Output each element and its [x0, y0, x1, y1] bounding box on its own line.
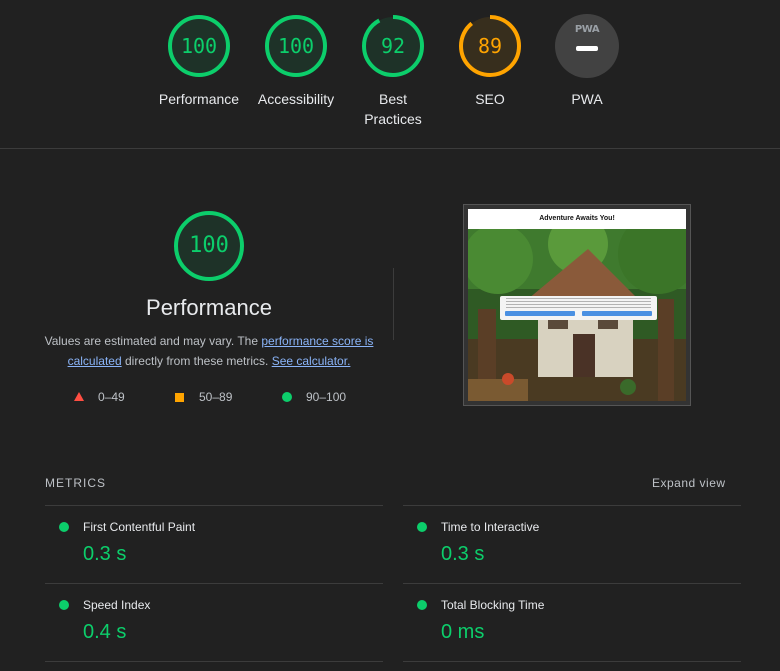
dialog-button	[582, 311, 652, 316]
performance-description: Values are estimated and may vary. The p…	[40, 331, 378, 371]
pass-circle-icon	[59, 600, 69, 610]
metric-value: 0 ms	[441, 621, 485, 643]
screenshot-frame: Adventure Awaits You!	[468, 209, 686, 401]
performance-title: Performance	[146, 295, 272, 320]
metrics-divider	[45, 583, 383, 584]
performance-score: 100	[189, 233, 229, 258]
score-legend: 0–49 50–89 90–100	[0, 389, 418, 405]
dialog-button	[505, 311, 575, 316]
gauge-ring: 100	[167, 14, 231, 78]
description-text: directly from these metrics.	[121, 354, 272, 368]
legend-average: 50–89	[175, 389, 232, 405]
legend-pass: 90–100	[282, 389, 346, 405]
dialog-text-lines	[506, 298, 651, 308]
pass-circle-icon	[59, 522, 69, 532]
expand-view-toggle[interactable]: Expand view	[652, 476, 726, 490]
square-icon	[175, 393, 184, 402]
gauge-performance[interactable]: 100 Performance	[149, 14, 249, 109]
metrics-divider	[403, 661, 741, 662]
legend-range: 0–49	[98, 390, 125, 404]
pass-circle-icon	[417, 522, 427, 532]
metrics-divider	[45, 661, 383, 662]
legend-fail: 0–49	[74, 389, 125, 405]
pwa-badge-icon: PWA	[555, 14, 619, 78]
metric-name: Total Blocking Time	[441, 598, 545, 612]
metrics-divider	[403, 583, 741, 584]
metrics-divider	[403, 505, 741, 506]
metric-total-blocking-time: Total Blocking Time 0 ms	[403, 594, 743, 664]
gauge-label: Performance	[158, 91, 240, 107]
pwa-dash-icon	[576, 46, 598, 51]
gauge-best-practices[interactable]: 92 Best Practices	[343, 14, 443, 129]
metric-value: 0.3 s	[441, 543, 485, 565]
metrics-heading: METRICS	[45, 476, 106, 490]
metric-name: First Contentful Paint	[83, 520, 196, 534]
metrics-divider	[45, 505, 383, 506]
gauge-score: 92	[380, 34, 406, 58]
gauge-label: PWA	[571, 91, 603, 107]
legend-range: 90–100	[306, 390, 347, 404]
see-calculator-link[interactable]: See calculator.	[272, 354, 351, 368]
performance-gauge: 100	[173, 210, 245, 282]
metric-name: Speed Index	[83, 598, 151, 612]
screenshot-dialog	[500, 296, 657, 320]
gauge-label: Accessibility	[257, 91, 335, 107]
metric-first-contentful-paint: First Contentful Paint 0.3 s	[45, 516, 385, 586]
circle-icon	[282, 392, 292, 402]
pwa-badge-text: PWA	[574, 24, 600, 35]
gauge-ring: 100	[264, 14, 328, 78]
metric-speed-index: Speed Index 0.4 s	[45, 594, 385, 664]
vertical-divider	[393, 268, 394, 340]
gauge-score: 89	[477, 34, 503, 58]
gauge-ring: 89	[458, 14, 522, 78]
gauge-accessibility[interactable]: 100 Accessibility	[246, 14, 346, 109]
divider	[0, 148, 780, 149]
metric-time-to-interactive: Time to Interactive 0.3 s	[403, 516, 743, 586]
gauge-label: Best Practices	[364, 91, 422, 127]
gauge-score: 100	[180, 34, 218, 58]
pass-circle-icon	[417, 600, 427, 610]
gauge-ring: 92	[361, 14, 425, 78]
gauge-pwa[interactable]: PWA PWA	[537, 14, 637, 109]
gauge-seo[interactable]: 89 SEO	[440, 14, 540, 109]
legend-range: 50–89	[199, 390, 233, 404]
gauge-score: 100	[277, 34, 315, 58]
final-screenshot[interactable]: Adventure Awaits You!	[463, 204, 691, 406]
screenshot-page-title: Adventure Awaits You!	[468, 209, 686, 229]
description-text: Values are estimated and may vary. The	[44, 334, 262, 348]
metric-name: Time to Interactive	[441, 520, 540, 534]
metric-value: 0.4 s	[83, 621, 127, 643]
gauge-label: SEO	[475, 91, 505, 107]
triangle-icon	[74, 392, 84, 401]
category-gauges: 100 Performance 100 Accessibility 92 Bes…	[0, 0, 780, 149]
metric-value: 0.3 s	[83, 543, 127, 565]
